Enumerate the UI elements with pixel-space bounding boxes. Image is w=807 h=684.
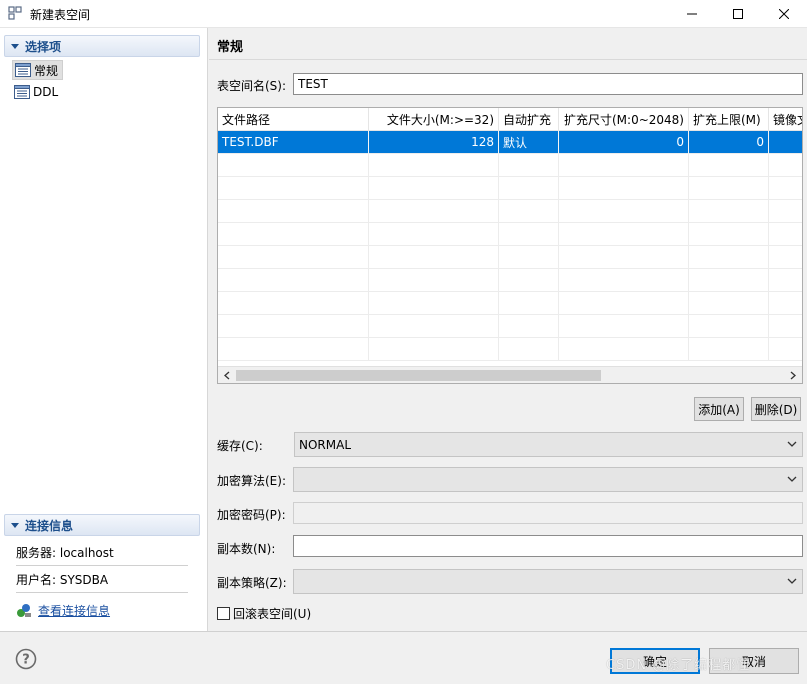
scroll-left-icon[interactable] [224,371,230,380]
page-title: 常规 [217,40,244,55]
copy-policy-label: 副本策略(Z): [217,576,287,590]
table-row[interactable]: TEST.DBF 128 默认 0 0 [218,131,802,154]
delete-button[interactable]: 删除(D) [751,397,801,421]
column-header-autoextend[interactable]: 自动扩充 [499,108,559,131]
add-button[interactable]: 添加(A) [694,397,744,421]
tablespace-name-label: 表空间名(S): [217,79,287,93]
tablespace-name-input[interactable] [293,73,803,95]
cache-select[interactable]: NORMAL [294,432,803,457]
maximize-icon [733,9,743,19]
encrypt-password-input[interactable] [293,502,803,524]
user-info: 用户名: SYSDBA [16,567,188,593]
table-row [218,315,802,338]
left-panel: 选择项 常规 DDL 连接信息 服务器: localhost 用户名: SYSD… [0,28,208,631]
chevron-down-icon [787,441,797,447]
sidebar-item-label: 常规 [34,63,59,78]
view-connection-link[interactable]: 查看连接信息 [16,600,110,620]
maximize-button[interactable] [715,0,761,28]
cell-mirror[interactable] [769,131,802,154]
table-row [218,269,802,292]
cell-extend-limit[interactable]: 0 [689,131,769,154]
copies-input[interactable] [293,535,803,557]
column-header-extend-size[interactable]: 扩充尺寸(M:0~2048) [559,108,689,131]
cell-extend-size[interactable]: 0 [559,131,689,154]
footer-divider [0,631,807,632]
close-icon [779,9,789,19]
options-section-header[interactable]: 选择项 [4,35,200,57]
table-row [218,177,802,200]
table-row [218,338,802,361]
scrollbar-thumb[interactable] [236,370,601,381]
minimize-icon [687,13,697,15]
connection-section-title: 连接信息 [25,518,74,533]
server-info: 服务器: localhost [16,540,188,566]
table-row [218,154,802,177]
encrypt-algo-label: 加密算法(E): [217,474,286,488]
app-icon [8,6,22,20]
column-header-extend-limit[interactable]: 扩充上限(M) [689,108,769,131]
table-row [218,246,802,269]
watermark: CSDN @除了编程都懂 [606,658,751,673]
chevron-down-icon [787,476,797,482]
sidebar-item-ddl[interactable]: DDL [12,82,62,102]
options-section-title: 选择项 [25,39,62,54]
sidebar-item-general[interactable]: 常规 [12,60,64,80]
connection-icon [17,604,31,617]
sidebar-item-label: DDL [33,85,59,99]
svg-text:?: ? [22,653,30,668]
title-bar: 新建表空间 [0,0,807,28]
rollback-checkbox[interactable]: 回滚表空间(U) [217,605,311,622]
column-header-path[interactable]: 文件路径 [218,108,369,131]
cell-autoextend[interactable]: 默认 [499,131,559,154]
form-icon [14,85,30,99]
copy-policy-select[interactable] [293,569,803,594]
help-icon[interactable]: ? [15,648,37,670]
close-button[interactable] [761,0,807,28]
checkbox-box[interactable] [217,607,230,620]
cell-path[interactable]: TEST.DBF [218,131,369,154]
collapse-icon [11,43,19,49]
scroll-right-icon[interactable] [790,371,796,380]
table-header: 文件路径 文件大小(M:>=32) 自动扩充 扩充尺寸(M:0~2048) 扩充… [218,108,802,131]
encrypt-algo-select[interactable] [293,467,803,492]
connection-section-header[interactable]: 连接信息 [4,514,200,536]
divider [209,59,807,60]
view-connection-label: 查看连接信息 [38,603,111,618]
column-header-size[interactable]: 文件大小(M:>=32) [369,108,499,131]
cache-value: NORMAL [299,437,352,452]
horizontal-scrollbar[interactable] [218,366,802,383]
table-row [218,223,802,246]
copies-label: 副本数(N): [217,542,276,556]
table-row [218,200,802,223]
window-title: 新建表空间 [30,8,91,22]
minimize-button[interactable] [669,0,715,28]
cell-size[interactable]: 128 [369,131,499,154]
table-row [218,292,802,315]
rollback-label: 回滚表空间(U) [233,607,312,621]
encrypt-password-label: 加密密码(P): [217,508,286,522]
cache-label: 缓存(C): [217,439,263,453]
datafile-table: 文件路径 文件大小(M:>=32) 自动扩充 扩充尺寸(M:0~2048) 扩充… [217,107,803,384]
collapse-icon [11,522,19,528]
right-panel: 常规 表空间名(S): 文件路径 文件大小(M:>=32) 自动扩充 扩充尺寸(… [209,28,807,631]
chevron-down-icon [787,578,797,584]
column-header-mirror[interactable]: 镜像文 [769,108,802,131]
form-icon [15,63,31,77]
